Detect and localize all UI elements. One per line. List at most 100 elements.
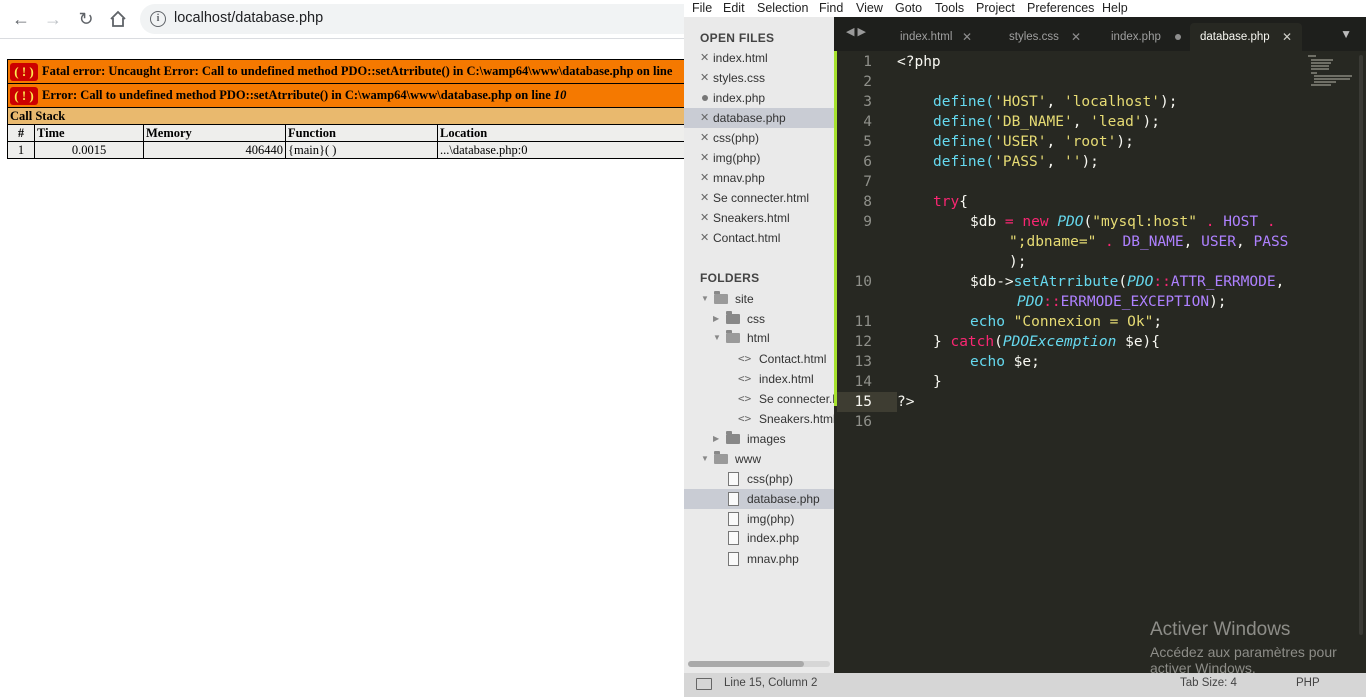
triangle-right-icon[interactable]: ▶ (713, 309, 719, 329)
file-item[interactable]: <>Se connecter.html (684, 389, 834, 409)
close-icon[interactable]: ✕ (700, 48, 709, 68)
arrow-right-icon[interactable]: → (40, 6, 66, 32)
scrollbar-thumb[interactable] (688, 661, 804, 667)
file-item[interactable]: <> Sneakers.html (684, 409, 834, 429)
line-number: 15 (854, 394, 872, 410)
code-editor[interactable]: 1 2 3 4 5 6 7 8 9 10 11 12 13 14 15 16 <… (834, 51, 1366, 676)
close-icon[interactable]: ✕ (700, 168, 709, 188)
open-file-item[interactable]: ✕ Contact.html (684, 228, 834, 248)
close-icon[interactable]: ✕ (1282, 23, 1292, 51)
open-file-item[interactable]: ✕ Sneakers.html (684, 208, 834, 228)
reload-icon[interactable]: ↻ (73, 6, 99, 32)
cursor-position: Line 15, Column 2 (724, 677, 818, 689)
menu-file[interactable]: File (692, 0, 712, 16)
close-icon[interactable]: ✕ (1071, 23, 1081, 51)
folder-item-site[interactable]: ▼ site (684, 289, 834, 309)
menu-tools[interactable]: Tools (935, 0, 964, 16)
error-bang-icon: ( ! ) (10, 62, 38, 81)
line-number: 16 (854, 414, 872, 430)
code-line: define('USER', 'root'); (933, 134, 1134, 150)
line-number: 5 (863, 134, 872, 150)
cell-num: 1 (7, 141, 35, 159)
tab-database-php[interactable]: database.php ✕ (1190, 23, 1302, 51)
code-line: define('HOST', 'localhost'); (933, 94, 1178, 110)
close-icon[interactable]: ✕ (700, 228, 709, 248)
menu-bar: File Edit Selection Find View Goto Tools… (684, 0, 1366, 17)
error-bang-icon: ( ! ) (10, 86, 38, 105)
panel-toggle-icon[interactable] (696, 678, 712, 690)
file-item-selected[interactable]: database.php (684, 489, 834, 509)
folder-item-www[interactable]: ▼ www (684, 449, 834, 469)
folder-item-css[interactable]: ▶ css (684, 309, 834, 329)
open-file-item[interactable]: ✕ mnav.php (684, 168, 834, 188)
menu-project[interactable]: Project (976, 0, 1015, 16)
close-icon[interactable]: ✕ (700, 148, 709, 168)
close-icon[interactable]: ✕ (700, 108, 709, 128)
close-icon[interactable]: ✕ (962, 23, 972, 51)
open-file-item-selected[interactable]: ✕ database.php (684, 108, 834, 128)
col-header: Time (34, 124, 144, 142)
open-file-item[interactable]: ✕ Se connecter.html (684, 188, 834, 208)
menu-edit[interactable]: Edit (723, 0, 745, 16)
triangle-down-icon[interactable]: ▼ (701, 449, 709, 469)
close-icon[interactable]: ✕ (700, 128, 709, 148)
close-icon[interactable]: ✕ (700, 68, 709, 88)
file-item[interactable]: img(php) (684, 509, 834, 529)
open-file-item[interactable]: ✕ css(php) (684, 128, 834, 148)
menu-view[interactable]: View (856, 0, 883, 16)
cell-time: 0.0015 (34, 141, 144, 159)
open-file-item[interactable]: index.php (684, 88, 834, 108)
tab-scroll-arrows-icon[interactable]: ◀ ▶ (846, 25, 866, 38)
table-row: 1 0.0015 406440 {main}( ) ...\database.p… (7, 141, 684, 159)
tab-index-html[interactable]: index.html ✕ (890, 23, 982, 51)
close-icon[interactable]: ✕ (700, 188, 709, 208)
modified-dot-icon (1175, 34, 1181, 40)
arrow-left-icon[interactable]: ← (8, 6, 34, 32)
minimap[interactable] (1306, 53, 1356, 87)
file-item[interactable]: css(php) (684, 469, 834, 489)
menu-selection[interactable]: Selection (757, 0, 808, 16)
menu-goto[interactable]: Goto (895, 0, 922, 16)
folder-item-images[interactable]: ▶ images (684, 429, 834, 449)
folder-open-icon (714, 451, 728, 464)
file-icon (728, 492, 739, 506)
file-icon (728, 552, 739, 566)
close-icon[interactable]: ✕ (700, 208, 709, 228)
cell-memory: 406440 (143, 141, 286, 159)
menu-help[interactable]: Help (1102, 0, 1128, 16)
error-text: Error: Call to undefined method PDO::set… (42, 87, 554, 102)
folder-item-html[interactable]: ▼ html (684, 328, 834, 348)
line-number: 2 (863, 74, 872, 90)
syntax-selector[interactable]: PHP (1296, 677, 1320, 689)
tab-styles-css[interactable]: styles.css ✕ (999, 23, 1091, 51)
file-item[interactable]: index.php (684, 528, 834, 548)
file-item[interactable]: <> index.html (684, 369, 834, 389)
line-number: 13 (854, 354, 872, 370)
tab-index-php[interactable]: index.php (1101, 23, 1193, 51)
menu-preferences[interactable]: Preferences (1027, 0, 1094, 16)
error-row: ( ! ) Error: Call to undefined method PDO… (7, 83, 684, 108)
open-file-item[interactable]: ✕ index.html (684, 48, 834, 68)
info-icon[interactable]: i (150, 11, 166, 27)
triangle-down-icon[interactable]: ▼ (701, 289, 709, 309)
editor-scrollbar[interactable] (1359, 55, 1363, 635)
sidebar-scrollbar[interactable] (688, 661, 830, 667)
code-line: $db = new PDO("mysql:host" . HOST . (970, 214, 1276, 230)
code-line: ";dbname=" . DB_NAME, USER, PASS (1009, 234, 1289, 250)
menu-find[interactable]: Find (819, 0, 843, 16)
triangle-down-icon[interactable]: ▼ (713, 328, 721, 348)
col-header: Location (437, 124, 684, 142)
home-icon[interactable] (105, 6, 131, 32)
url-text[interactable]: localhost/database.php (174, 10, 323, 26)
address-bar[interactable]: i localhost/database.php (140, 4, 684, 34)
open-file-item[interactable]: ✕ img(php) (684, 148, 834, 168)
browser-toolbar: ← → ↻ i localhost/database.php (0, 0, 684, 38)
file-item[interactable]: mnav.php (684, 549, 834, 569)
file-item[interactable]: <> Contact.html (684, 349, 834, 369)
tab-size-selector[interactable]: Tab Size: 4 (1180, 677, 1237, 689)
line-number: 12 (854, 334, 872, 350)
chevron-down-icon[interactable]: ▼ (1340, 27, 1352, 41)
open-file-item[interactable]: ✕ styles.css (684, 68, 834, 88)
triangle-right-icon[interactable]: ▶ (713, 429, 719, 449)
error-line-number: 10 (553, 87, 567, 102)
